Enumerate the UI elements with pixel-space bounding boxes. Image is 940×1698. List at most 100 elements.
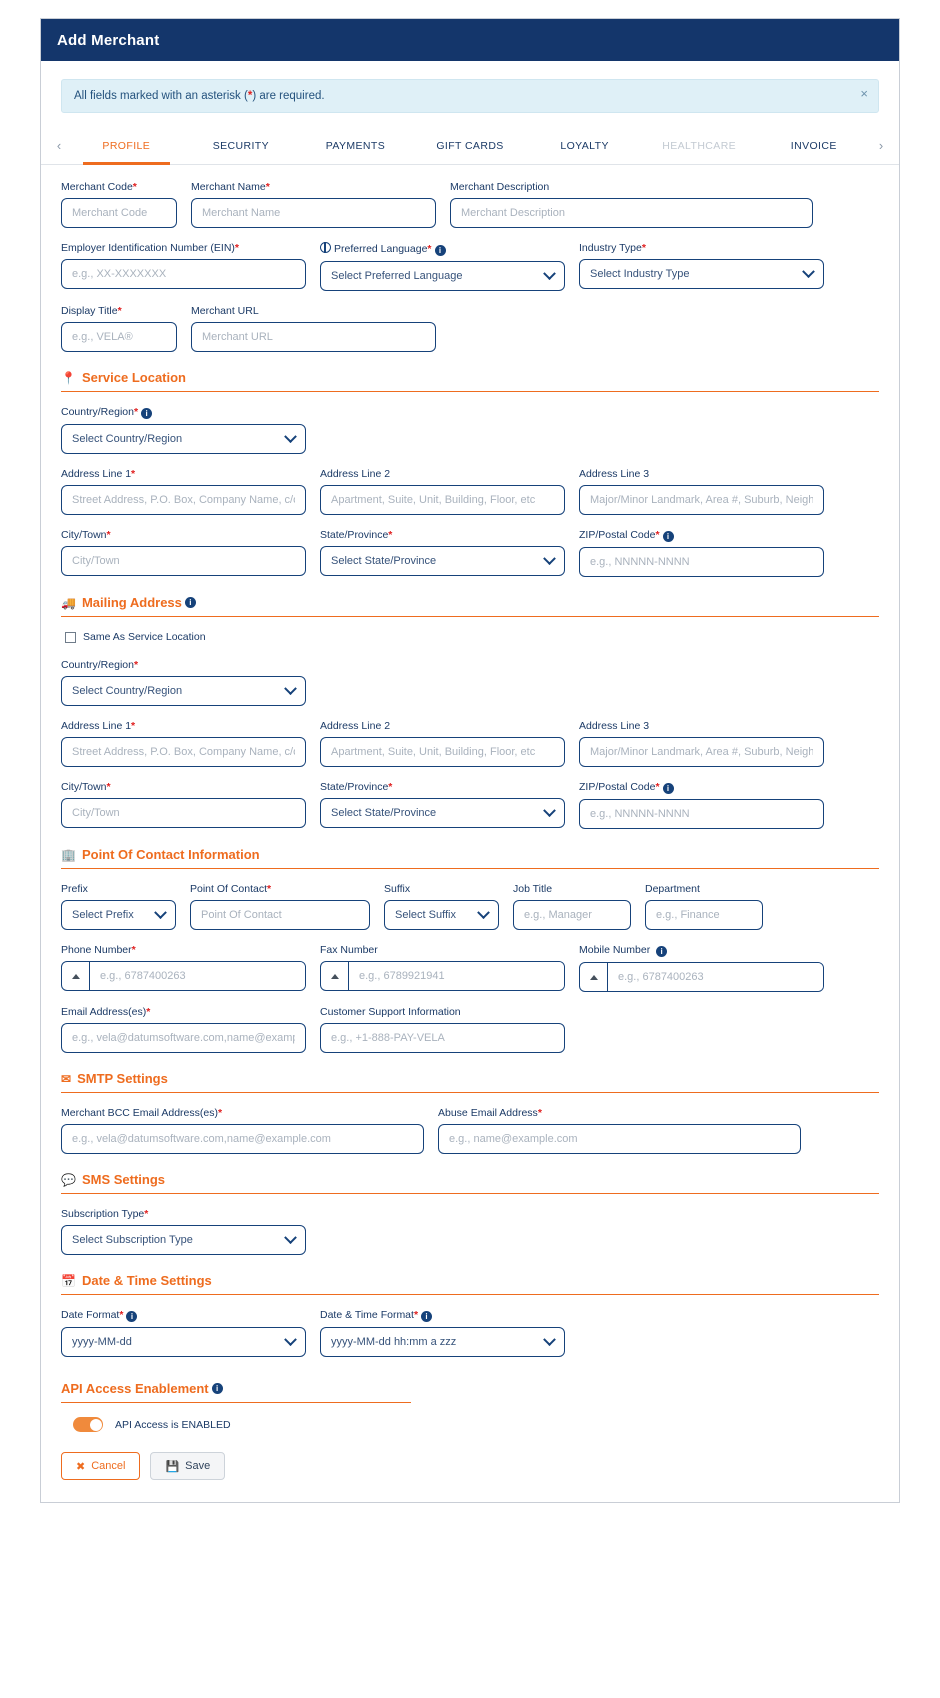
service-address2-input[interactable] <box>320 485 565 515</box>
label-mailing-address3: Address Line 3 <box>579 720 650 732</box>
info-icon[interactable]: i <box>211 1383 223 1394</box>
abuse-email-input[interactable] <box>438 1124 801 1154</box>
mailing-address3-input[interactable] <box>579 737 824 767</box>
chevron-down-icon <box>284 429 297 443</box>
section-divider <box>61 616 879 617</box>
info-icon[interactable]: i <box>662 783 674 794</box>
tab-gift-cards[interactable]: GIFT CARDS <box>413 127 528 164</box>
tabs-next-arrow-icon[interactable]: › <box>871 127 891 164</box>
merchant-identity-row: Merchant Code* Merchant Name* Merchant D… <box>61 181 879 228</box>
phone-number-input[interactable] <box>90 962 305 990</box>
mailing-address1-input[interactable] <box>61 737 306 767</box>
mailing-address2-input[interactable] <box>320 737 565 767</box>
mailing-country-select[interactable]: Select Country/Region <box>61 676 306 706</box>
chevron-down-icon <box>154 905 167 919</box>
mailing-city-input[interactable] <box>61 798 306 828</box>
label-merchant-name: Merchant Name* <box>191 181 270 193</box>
label-industry-type: Industry Type* <box>579 242 646 254</box>
label-mobile-number: Mobile Number i <box>579 944 824 957</box>
close-icon[interactable]: × <box>860 86 868 101</box>
merchant-name-input[interactable] <box>191 198 436 228</box>
truck-icon: 🚚 <box>61 595 76 610</box>
datetime-formats-row: Date Format* i yyyy-MM-dd Date & Time For… <box>61 1309 879 1357</box>
info-icon[interactable]: i <box>421 1311 433 1322</box>
label-merchant-url: Merchant URL <box>191 305 259 317</box>
info-icon[interactable]: i <box>184 597 196 608</box>
save-button-label: Save <box>185 1460 211 1472</box>
tab-profile[interactable]: PROFILE <box>69 127 184 165</box>
mailing-zip-input[interactable] <box>579 799 824 829</box>
field-date-format: Date Format* i yyyy-MM-dd <box>61 1309 306 1357</box>
datetime-format-select[interactable]: yyyy-MM-dd hh:mm a zzz <box>320 1327 565 1357</box>
label-mailing-address1: Address Line 1* <box>61 720 136 732</box>
contact-email-row: Email Address(es)* Customer Support Info… <box>61 1006 879 1053</box>
tab-invoice[interactable]: INVOICE <box>756 127 871 164</box>
mailing-country-row: Country/Region* Select Country/Region <box>61 659 879 706</box>
field-email-addresses: Email Address(es)* <box>61 1006 306 1053</box>
same-as-service-location-checkbox[interactable] <box>65 631 76 643</box>
label-display-title: Display Title* <box>61 305 122 317</box>
service-zip-input[interactable] <box>579 547 824 577</box>
info-icon[interactable]: i <box>656 946 668 957</box>
mailing-state-select[interactable]: Select State/Province <box>320 798 565 828</box>
profile-form: Merchant Code* Merchant Name* Merchant D… <box>41 165 899 1432</box>
preferred-language-value: Select Preferred Language <box>331 270 463 282</box>
cancel-button[interactable]: ✖ Cancel <box>61 1452 141 1480</box>
service-city-input[interactable] <box>61 546 306 576</box>
country-code-dropdown-icon[interactable] <box>321 962 349 990</box>
date-format-select[interactable]: yyyy-MM-dd <box>61 1327 306 1357</box>
subscription-type-select[interactable]: Select Subscription Type <box>61 1225 306 1255</box>
department-input[interactable] <box>645 900 763 930</box>
display-title-input[interactable] <box>61 322 177 352</box>
field-mailing-city: City/Town* <box>61 781 306 829</box>
service-country-select[interactable]: Select Country/Region <box>61 424 306 454</box>
industry-type-select[interactable]: Select Industry Type <box>579 259 824 289</box>
ein-input[interactable] <box>61 259 306 289</box>
same-as-service-location-row[interactable]: Same As Service Location <box>65 631 879 643</box>
api-access-toggle[interactable] <box>73 1417 103 1432</box>
label-service-address2: Address Line 2 <box>320 468 391 480</box>
label-fax-number: Fax Number <box>320 944 378 956</box>
service-address3-input[interactable] <box>579 485 824 515</box>
circle-x-icon: ✖ <box>76 1460 86 1473</box>
merchant-url-input[interactable] <box>191 322 436 352</box>
info-icon[interactable]: i <box>434 245 446 256</box>
customer-support-input[interactable] <box>320 1023 565 1053</box>
fax-number-input[interactable] <box>349 962 564 990</box>
merchant-bcc-input[interactable] <box>61 1124 424 1154</box>
tabs-prev-arrow-icon[interactable]: ‹ <box>49 127 69 164</box>
tab-loyalty[interactable]: LOYALTY <box>527 127 642 164</box>
field-service-address2: Address Line 2 <box>320 468 565 515</box>
label-mailing-country: Country/Region* <box>61 659 139 671</box>
section-divider <box>61 391 879 392</box>
country-code-dropdown-icon[interactable] <box>580 963 608 991</box>
suffix-select[interactable]: Select Suffix <box>384 900 499 930</box>
point-of-contact-input[interactable] <box>190 900 370 930</box>
field-ein: Employer Identification Number (EIN)* <box>61 242 306 291</box>
building-icon: 🏢 <box>61 847 76 862</box>
mobile-number-input[interactable] <box>608 963 823 991</box>
info-icon[interactable]: i <box>141 408 153 419</box>
field-subscription-type: Subscription Type* Select Subscription T… <box>61 1208 306 1255</box>
prefix-select[interactable]: Select Prefix <box>61 900 176 930</box>
country-code-dropdown-icon[interactable] <box>62 962 90 990</box>
preferred-language-select[interactable]: Select Preferred Language <box>320 261 565 291</box>
job-title-input[interactable] <box>513 900 631 930</box>
info-icon[interactable]: i <box>126 1311 138 1322</box>
section-divider <box>61 1294 879 1295</box>
service-address1-input[interactable] <box>61 485 306 515</box>
tab-security[interactable]: SECURITY <box>184 127 299 164</box>
mailing-country-value: Select Country/Region <box>72 685 183 697</box>
save-button[interactable]: 💾 Save <box>150 1452 226 1480</box>
email-addresses-input[interactable] <box>61 1023 306 1053</box>
page-title: Add Merchant <box>57 31 160 49</box>
info-icon[interactable]: i <box>662 531 674 542</box>
section-divider <box>61 1193 879 1194</box>
section-divider <box>61 1402 411 1403</box>
service-state-select[interactable]: Select State/Province <box>320 546 565 576</box>
merchant-code-input[interactable] <box>61 198 177 228</box>
merchant-description-input[interactable] <box>450 198 813 228</box>
tab-payments[interactable]: PAYMENTS <box>298 127 413 164</box>
map-pin-icon: 📍 <box>61 370 76 385</box>
floppy-disk-icon: 💾 <box>165 1460 180 1473</box>
